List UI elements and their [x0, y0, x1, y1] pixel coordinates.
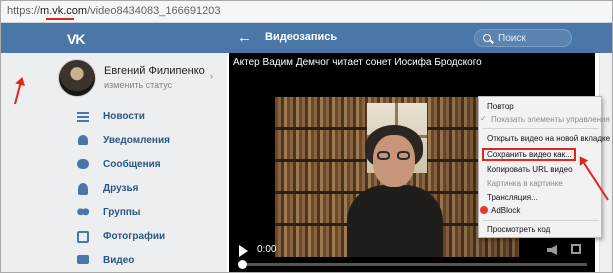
vk-header: VK ← Видеозапись Поиск: [1, 23, 612, 53]
menu-item-repeat[interactable]: Повтор: [479, 101, 601, 113]
profile-name[interactable]: Евгений Филипенко: [104, 65, 205, 77]
address-bar[interactable]: https://m.vk.com/video8434083_166691203: [1, 1, 612, 23]
url-text[interactable]: https://m.vk.com/video8434083_166691203: [7, 5, 221, 20]
search-placeholder: Поиск: [498, 33, 526, 44]
checkmark-icon: ✓: [480, 114, 487, 123]
menu-item-label: Показать элементы управления: [491, 115, 610, 124]
sidebar-item-label: Фотографии: [103, 231, 166, 242]
adblock-icon: [480, 206, 488, 214]
friends-icon: [78, 183, 88, 195]
video-controls: 0:00: [229, 237, 595, 272]
sidebar-item-messages[interactable]: Сообщения: [1, 153, 227, 177]
glasses-left: [377, 151, 390, 160]
menu-item-picture-in-picture: Картинка в картинке: [479, 178, 601, 190]
sidebar-item-notifications[interactable]: Уведомления: [1, 129, 227, 153]
menu-item-label: Картинка в картинке: [487, 179, 563, 188]
progress-knob[interactable]: [238, 260, 247, 269]
menu-separator: [483, 128, 599, 129]
photos-icon: [77, 231, 89, 243]
url-path: /video8434083_166691203: [87, 5, 221, 17]
sidebar-item-label: Уведомления: [103, 135, 170, 146]
menu-item-label: Копировать URL видео: [487, 165, 573, 174]
news-icon: [77, 111, 89, 123]
sidebar-item-label: Видео: [103, 255, 135, 266]
video-title: Актер Вадим Демчог читает сонет Иосифа Б…: [233, 57, 482, 68]
search-icon: [483, 34, 491, 42]
page-title: Видеозапись: [265, 31, 338, 43]
url-host: m.vk.com: [40, 5, 88, 17]
arrow-left-icon[interactable]: ←: [237, 29, 252, 46]
bell-icon: [78, 135, 88, 145]
save-highlight-annotation: [482, 148, 576, 161]
menu-item-label: AdBlock: [491, 206, 521, 215]
menu-item-inspect[interactable]: Просмотреть код: [479, 224, 601, 236]
context-menu: Повтор ✓ Показать элементы управления От…: [478, 96, 610, 238]
groups-icon: [77, 207, 89, 219]
search-input[interactable]: Поиск: [474, 29, 572, 47]
menu-item-label: Просмотреть код: [487, 225, 551, 234]
menu-item-copy-url[interactable]: Копировать URL видео: [479, 164, 601, 176]
sidebar: Евгений Филипенко изменить статус › Ново…: [1, 53, 227, 272]
vk-logo[interactable]: VK: [67, 31, 85, 47]
profile-block[interactable]: Евгений Филипенко изменить статус ›: [58, 59, 224, 97]
sidebar-item-photos[interactable]: Фотографии: [1, 225, 227, 249]
url-underline-annotation: [46, 18, 74, 20]
chevron-right-icon[interactable]: ›: [210, 71, 213, 81]
menu-item-label: Открыть видео на новой вкладке: [487, 134, 611, 143]
profile-status[interactable]: изменить статус: [104, 80, 172, 90]
sidebar-item-news[interactable]: Новости: [1, 105, 227, 129]
glasses-right: [397, 151, 410, 160]
volume-icon[interactable]: [547, 245, 557, 255]
sidebar-item-friends[interactable]: Друзья: [1, 177, 227, 201]
fullscreen-icon[interactable]: [571, 244, 581, 254]
progress-bar[interactable]: [238, 260, 587, 269]
sidebar-item-label: Группы: [103, 207, 141, 218]
message-icon: [77, 159, 89, 169]
sidebar-item-label: Сообщения: [103, 159, 161, 170]
play-icon[interactable]: [239, 245, 248, 257]
browser-window: https://m.vk.com/video8434083_166691203 …: [0, 0, 613, 273]
video-time: 0:00: [257, 244, 277, 255]
menu-item-show-controls: ✓ Показать элементы управления: [479, 114, 610, 126]
sidebar-item-groups[interactable]: Группы: [1, 201, 227, 225]
menu-item-open-new-tab[interactable]: Открыть видео на новой вкладке: [479, 133, 610, 145]
speaker-face: [373, 135, 415, 187]
url-prefix: https://: [7, 5, 41, 17]
sidebar-item-label: Новости: [103, 111, 145, 122]
menu-item-adblock[interactable]: AdBlock: [479, 205, 601, 217]
menu-item-label: Повтор: [487, 102, 514, 111]
sidebar-item-label: Друзья: [103, 183, 139, 194]
video-icon: [77, 255, 89, 264]
sidebar-menu: Новости Уведомления Сообщения Друзья Гру…: [1, 105, 227, 272]
menu-item-cast[interactable]: Трансляция...: [479, 192, 601, 204]
avatar[interactable]: [58, 59, 96, 97]
menu-item-label: Трансляция...: [487, 193, 538, 202]
menu-separator: [483, 220, 599, 221]
sidebar-item-video[interactable]: Видео: [1, 249, 227, 272]
